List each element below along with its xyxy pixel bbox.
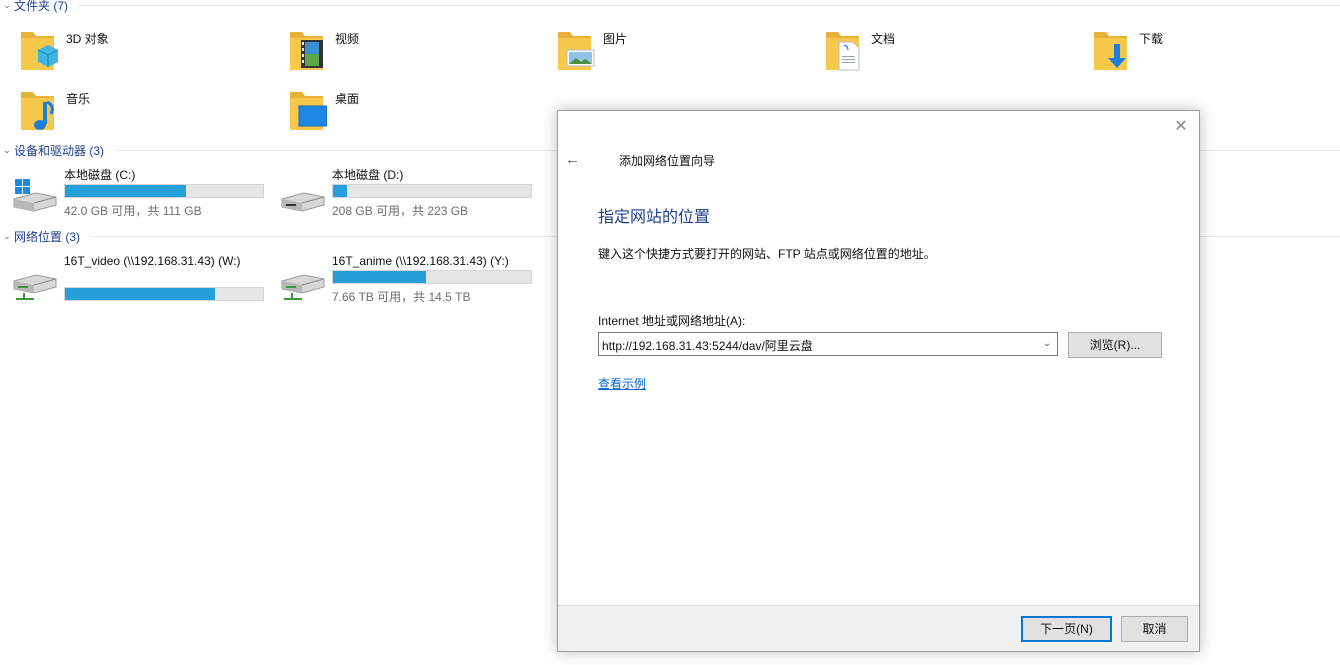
view-examples-link[interactable]: 查看示例 — [598, 375, 646, 392]
chevron-down-icon[interactable]: ⌄ — [1037, 333, 1057, 355]
browse-button[interactable]: 浏览(R)... — [1068, 332, 1162, 358]
network-drive-icon — [281, 274, 325, 300]
section-divider — [78, 5, 1340, 6]
folder-music[interactable]: 音乐 — [18, 88, 278, 140]
folders-section-header[interactable]: ⌄ 文件夹 (7) — [0, 0, 68, 13]
music-folder-icon — [21, 92, 54, 130]
hard-drive-icon — [281, 192, 325, 212]
desktop-folder-icon — [290, 92, 327, 130]
cancel-button[interactable]: 取消 — [1121, 616, 1188, 642]
wizard-instruction: 键入这个快捷方式要打开的网站、FTP 站点或网络位置的地址。 — [598, 247, 936, 261]
close-icon[interactable]: ✕ — [1173, 119, 1189, 135]
wizard-footer: 下一页(N) 取消 — [558, 605, 1199, 651]
drive-d[interactable]: 本地磁盘 (D:) 208 GB 可用，共 223 GB — [278, 167, 538, 218]
address-value[interactable]: http://192.168.31.43:5244/dav/阿里云盘 — [602, 337, 813, 354]
chevron-down-icon: ⌄ — [3, 0, 11, 10]
folder-pictures[interactable]: 图片 — [555, 28, 815, 80]
windows-drive-icon — [13, 179, 57, 212]
network-drive-y[interactable]: 16T_anime (\\192.168.31.43) (Y:) 7.66 TB… — [278, 253, 538, 304]
network-drive-w[interactable]: 16T_video (\\192.168.31.43) (W:) — [10, 253, 270, 309]
drive-usage-bar — [332, 184, 532, 198]
wizard-title: 添加网络位置向导 — [619, 154, 716, 168]
drive-usage-bar — [64, 287, 264, 301]
section-divider — [90, 236, 557, 237]
drive-usage-fill — [65, 288, 216, 300]
drive-usage-fill — [65, 185, 186, 197]
drive-usage-fill — [333, 271, 427, 283]
drive-usage-bar — [332, 270, 532, 284]
folder-documents[interactable]: 文档 — [823, 28, 1083, 80]
chevron-down-icon: ⌄ — [3, 230, 11, 241]
add-network-location-wizard: ✕ ← 添加网络位置向导 指定网站的位置 键入这个快捷方式要打开的网站、FTP … — [557, 110, 1200, 652]
network-drive-icon — [13, 274, 57, 300]
videos-folder-icon — [290, 32, 323, 70]
documents-folder-icon — [826, 32, 860, 71]
network-section-header[interactable]: ⌄ 网络位置 (3) — [0, 228, 80, 244]
address-combobox[interactable]: http://192.168.31.43:5244/dav/阿里云盘 ⌄ — [598, 332, 1058, 356]
address-field-label: Internet 地址或网络地址(A): — [598, 314, 746, 328]
section-divider — [1200, 150, 1340, 151]
folder-downloads[interactable]: 下载 — [1091, 28, 1340, 80]
devices-section-header[interactable]: ⌄ 设备和驱动器 (3) — [0, 142, 104, 158]
folder-3d-objects[interactable]: 3D 对象 — [18, 28, 278, 80]
pictures-folder-icon — [558, 32, 595, 70]
downloads-folder-icon — [1094, 32, 1127, 70]
drive-usage-bar — [64, 184, 264, 198]
wizard-heading: 指定网站的位置 — [598, 209, 711, 226]
section-divider — [1200, 236, 1340, 237]
folder-videos[interactable]: 视频 — [287, 28, 547, 80]
next-button[interactable]: 下一页(N) — [1021, 616, 1112, 642]
drive-usage-fill — [333, 185, 347, 197]
folder-desktop[interactable]: 桌面 — [287, 88, 547, 140]
section-divider — [116, 150, 557, 151]
back-arrow-icon[interactable]: ← — [565, 151, 583, 168]
drive-c[interactable]: 本地磁盘 (C:) 42.0 GB 可用，共 111 GB — [10, 167, 270, 218]
3d-objects-folder-icon — [21, 32, 58, 70]
chevron-down-icon: ⌄ — [3, 144, 11, 155]
